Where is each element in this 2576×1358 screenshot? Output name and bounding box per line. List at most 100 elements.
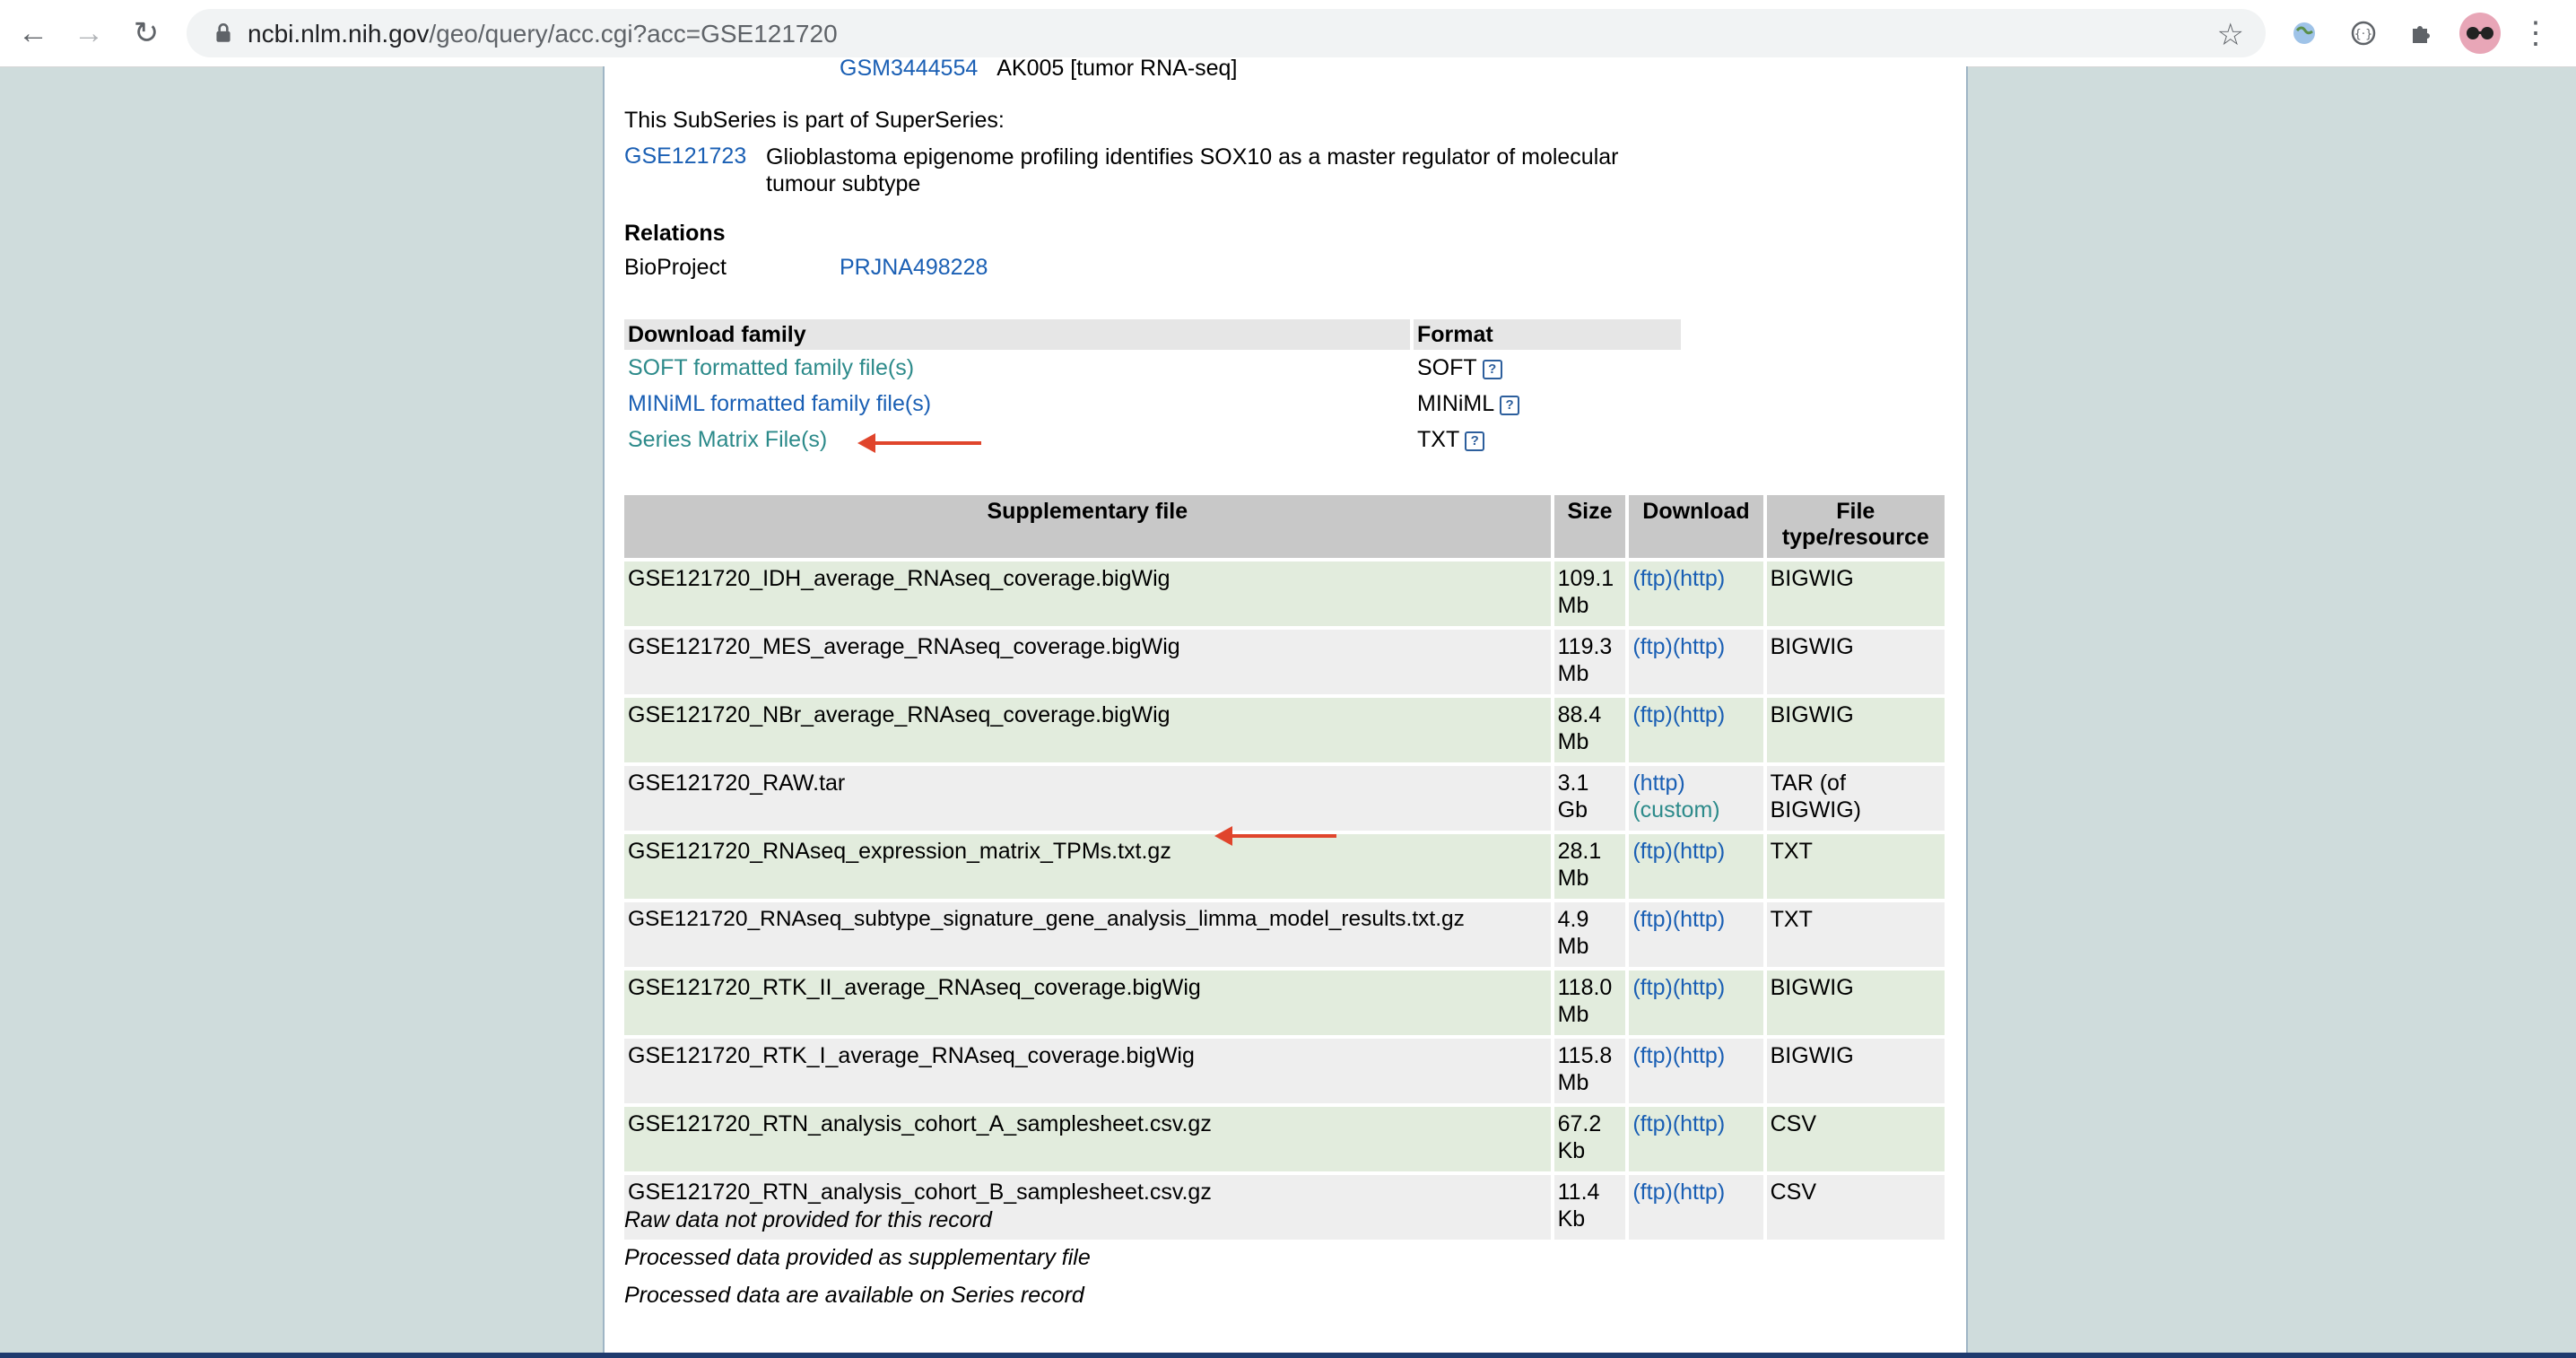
partial-sample-row: GSM3444554 AK005 [tumor RNA-seq] [840, 56, 1237, 82]
download-header: Download [1629, 495, 1763, 558]
file-name: GSE121720_RTN_analysis_cohort_A_samplesh… [624, 1107, 1551, 1171]
table-row: GSE121720_RNAseq_expression_matrix_TPMs.… [624, 834, 1945, 899]
file-size: 88.4 Mb [1553, 698, 1626, 762]
table-row: GSE121720_NBr_average_RNAseq_coverage.bi… [624, 698, 1945, 762]
extensions-puzzle-icon[interactable] [2400, 13, 2441, 54]
raw-data-note: Raw data not provided for this record [624, 1207, 992, 1232]
annotation-arrow [1214, 826, 1336, 846]
file-type: BIGWIG [1766, 971, 1945, 1035]
table-row: GSE121720_RTN_analysis_cohort_A_samplesh… [624, 1107, 1945, 1171]
download-family-header: Download family [624, 319, 1410, 350]
file-size: 11.4 Kb [1553, 1175, 1626, 1240]
file-type: BIGWIG [1766, 698, 1945, 762]
processed-data-note: Processed data provided as supplementary… [624, 1245, 1091, 1270]
file-type: CSV [1766, 1175, 1945, 1240]
http-link[interactable]: (http) [1673, 1043, 1725, 1068]
table-row: GSE121720_RTK_I_average_RNAseq_coverage.… [624, 1039, 1945, 1103]
supplementary-files-table: Supplementary file Size Download File ty… [621, 492, 1948, 1243]
superseries-accession-link[interactable]: GSE121723 [624, 144, 746, 170]
custom-link[interactable]: (custom) [1632, 797, 1719, 823]
miniml-family-link[interactable]: MINiML formatted family file(s) [628, 391, 931, 416]
file-type: BIGWIG [1766, 630, 1945, 694]
ftp-link[interactable]: (ftp) [1632, 634, 1672, 659]
ftp-link[interactable]: (ftp) [1632, 839, 1672, 864]
help-icon[interactable]: ? [1465, 431, 1485, 451]
table-row: GSE121720_MES_average_RNAseq_coverage.bi… [624, 630, 1945, 694]
help-icon[interactable]: ? [1500, 395, 1520, 415]
file-name: GSE121720_IDH_average_RNAseq_coverage.bi… [624, 561, 1551, 626]
url-domain: ncbi.nlm.nih.gov [248, 20, 430, 48]
forward-arrow-icon[interactable]: → [66, 11, 111, 56]
ftp-link[interactable]: (ftp) [1632, 1111, 1672, 1136]
superseries-label: This SubSeries is part of SuperSeries: [624, 108, 1005, 133]
file-size: 3.1 Gb [1553, 766, 1626, 831]
extension-circle-icon[interactable]: {·} [2343, 13, 2384, 54]
file-type: CSV [1766, 1107, 1945, 1171]
superseries-title: Glioblastoma epigenome profiling identif… [766, 144, 1619, 196]
url-path: /geo/query/acc.cgi?acc=GSE121720 [429, 20, 838, 48]
format-header: Format [1414, 319, 1681, 350]
ftp-link[interactable]: (ftp) [1632, 566, 1672, 591]
file-size: 4.9 Mb [1553, 902, 1626, 967]
ftp-link[interactable]: (ftp) [1632, 907, 1672, 932]
http-link[interactable]: (http) [1673, 702, 1725, 727]
file-name: GSE121720_RNAseq_subtype_signature_gene_… [624, 902, 1551, 967]
browser-toolbar: ← → ↻ ncbi.nlm.nih.gov/geo/query/acc.cgi… [0, 0, 2576, 67]
http-link[interactable]: (http) [1673, 634, 1725, 659]
series-record-note: Processed data are available on Series r… [624, 1283, 1084, 1308]
file-size: 28.1 Mb [1553, 834, 1626, 899]
annotation-arrow [857, 433, 981, 453]
format-miniml: MINiML [1417, 390, 1495, 416]
browser-menu-icon[interactable]: ⋮ [2520, 13, 2551, 54]
ftp-link[interactable]: (ftp) [1632, 702, 1672, 727]
file-size: 119.3 Mb [1553, 630, 1626, 694]
bookmark-star-icon[interactable]: ☆ [2217, 17, 2244, 53]
file-name: GSE121720_RTK_II_average_RNAseq_coverage… [624, 971, 1551, 1035]
reload-icon[interactable]: ↻ [124, 11, 169, 56]
http-link[interactable]: (http) [1673, 1180, 1725, 1205]
file-type: TXT [1766, 834, 1945, 899]
ftp-link[interactable]: (ftp) [1632, 975, 1672, 1000]
file-type: BIGWIG [1766, 561, 1945, 626]
file-type: TAR (of BIGWIG) [1766, 766, 1945, 831]
file-size: 118.0 Mb [1553, 971, 1626, 1035]
url-text: ncbi.nlm.nih.gov/geo/query/acc.cgi?acc=G… [248, 20, 838, 48]
table-row: GSE121720_RTK_II_average_RNAseq_coverage… [624, 971, 1945, 1035]
file-name: GSE121720_NBr_average_RNAseq_coverage.bi… [624, 698, 1551, 762]
file-size: 109.1 Mb [1553, 561, 1626, 626]
format-txt: TXT [1417, 426, 1460, 452]
http-link[interactable]: (http) [1673, 839, 1725, 864]
file-name: GSE121720_RAW.tar [624, 766, 1551, 831]
supplementary-file-header: Supplementary file [624, 495, 1551, 558]
sample-accession-link[interactable]: GSM3444554 [840, 56, 978, 81]
ftp-link[interactable]: (ftp) [1632, 1180, 1672, 1205]
file-type: TXT [1766, 902, 1945, 967]
back-arrow-icon[interactable]: ← [11, 11, 56, 56]
file-name: GSE121720_RTK_I_average_RNAseq_coverage.… [624, 1039, 1551, 1103]
table-row: GSE121720_IDH_average_RNAseq_coverage.bi… [624, 561, 1945, 626]
svg-text:{·}: {·} [2354, 28, 2373, 41]
ftp-link[interactable]: (ftp) [1632, 1043, 1672, 1068]
file-name: GSE121720_MES_average_RNAseq_coverage.bi… [624, 630, 1551, 694]
file-size: 67.2 Kb [1553, 1107, 1626, 1171]
download-family-table: Download family Format SOFT formatted fa… [621, 319, 1684, 457]
format-soft: SOFT [1417, 354, 1477, 380]
lock-icon [216, 22, 231, 42]
http-link[interactable]: (http) [1673, 1111, 1725, 1136]
help-icon[interactable]: ? [1482, 359, 1502, 379]
http-link[interactable]: (http) [1673, 907, 1725, 932]
address-bar[interactable]: ncbi.nlm.nih.gov/geo/query/acc.cgi?acc=G… [187, 9, 2266, 57]
soft-family-link[interactable]: SOFT formatted family file(s) [628, 355, 914, 380]
extension-globe-icon[interactable] [2284, 13, 2325, 54]
bioproject-label: BioProject [624, 255, 727, 280]
table-row: GSE121720_RAW.tar 3.1 Gb (http) (custom) … [624, 766, 1945, 831]
profile-avatar[interactable] [2459, 13, 2501, 54]
bioproject-link[interactable]: PRJNA498228 [840, 255, 988, 281]
http-link[interactable]: (http) [1673, 566, 1725, 591]
http-link[interactable]: (http) [1673, 975, 1725, 1000]
http-link[interactable]: (http) [1632, 770, 1759, 797]
file-size: 115.8 Mb [1553, 1039, 1626, 1103]
file-type-header: File type/resource [1766, 495, 1945, 558]
series-matrix-link[interactable]: Series Matrix File(s) [628, 427, 827, 452]
file-name: GSE121720_RNAseq_expression_matrix_TPMs.… [624, 834, 1551, 899]
